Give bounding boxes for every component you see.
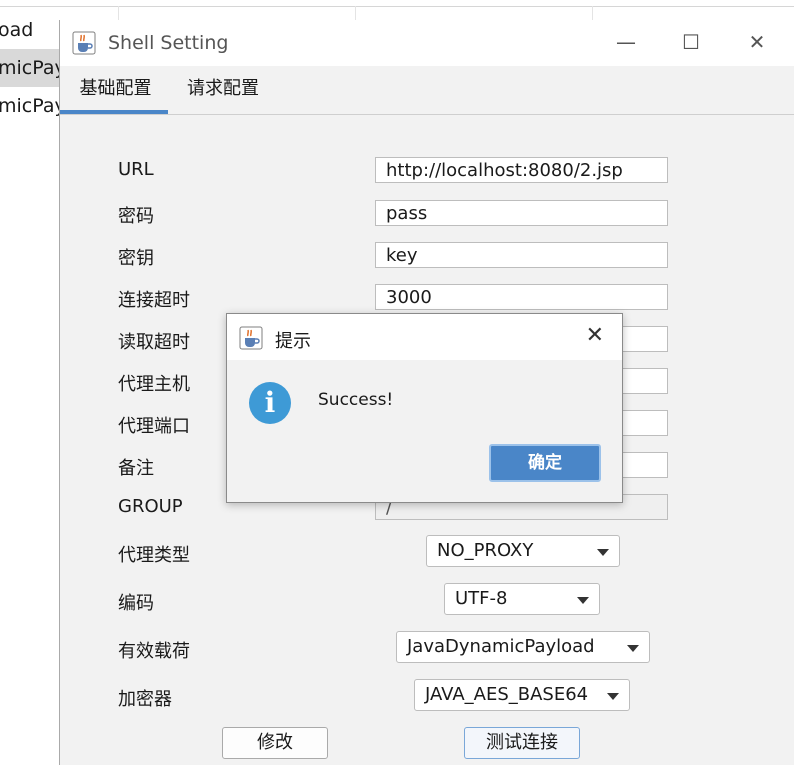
modify-button[interactable]: 修改 — [222, 727, 328, 759]
java-cup-icon — [72, 31, 96, 55]
chevron-down-icon — [597, 549, 609, 556]
minimize-button[interactable]: — — [614, 30, 638, 54]
table-row[interactable]: micPayl — [0, 49, 60, 87]
dialog-body: i Success! 确定 — [227, 360, 622, 502]
tab-basic-config[interactable]: 基础配置 — [68, 66, 163, 112]
chevron-down-icon — [607, 693, 619, 700]
key-label: 密钥 — [118, 248, 154, 269]
maximize-button[interactable]: ☐ — [679, 30, 703, 54]
info-icon: i — [249, 382, 291, 424]
payload-value: JavaDynamicPayload — [407, 636, 595, 657]
java-cup-icon — [239, 326, 263, 350]
encoding-select[interactable]: UTF-8 — [444, 583, 600, 615]
payload-select[interactable]: JavaDynamicPayload — [396, 631, 650, 663]
remark-label: 备注 — [118, 458, 154, 479]
dialog-titlebar[interactable]: 提示 ✕ — [227, 314, 622, 360]
proxy-type-label: 代理类型 — [118, 545, 190, 566]
table-row[interactable]: oad — [0, 11, 60, 49]
table-cell: micPayl — [0, 95, 60, 117]
url-label: URL — [118, 159, 154, 180]
proxy-type-select[interactable]: NO_PROXY — [426, 535, 620, 567]
proxy-port-label: 代理端口 — [118, 416, 190, 437]
dialog-message: Success! — [318, 390, 394, 410]
chevron-down-icon — [627, 645, 639, 652]
test-connection-button[interactable]: 测试连接 — [464, 727, 580, 759]
table-header-line — [0, 6, 794, 7]
window-titlebar[interactable]: Shell Setting — ☐ ✕ — [60, 20, 794, 66]
password-field[interactable]: pass — [375, 200, 668, 226]
cryption-select[interactable]: JAVA_AES_BASE64 — [414, 679, 630, 711]
password-label: 密码 — [118, 206, 154, 227]
group-label: GROUP — [118, 496, 183, 517]
encoding-label: 编码 — [118, 593, 154, 614]
table-cell: micPayl — [0, 57, 60, 79]
chevron-down-icon — [577, 597, 589, 604]
proxy-type-value: NO_PROXY — [437, 540, 534, 561]
connect-timeout-label: 连接超时 — [118, 290, 190, 311]
tab-request-config[interactable]: 请求配置 — [178, 66, 268, 112]
url-field[interactable]: http://localhost:8080/2.jsp — [375, 157, 668, 183]
message-dialog: 提示 ✕ i Success! 确定 — [226, 313, 623, 503]
window-title: Shell Setting — [108, 32, 229, 54]
tab-bar: 基础配置 请求配置 — [60, 66, 794, 115]
payload-label: 有效载荷 — [118, 641, 190, 662]
table-cell: oad — [0, 19, 34, 41]
proxy-host-label: 代理主机 — [118, 374, 190, 395]
encoding-value: UTF-8 — [455, 588, 508, 609]
ok-button[interactable]: 确定 — [489, 444, 601, 482]
dialog-title: 提示 — [275, 331, 311, 352]
dialog-close-button[interactable]: ✕ — [586, 323, 604, 348]
cryption-value: JAVA_AES_BASE64 — [425, 684, 589, 705]
table-row[interactable]: micPayl — [0, 87, 60, 125]
read-timeout-label: 读取超时 — [118, 332, 190, 353]
cryption-label: 加密器 — [118, 689, 172, 710]
connect-timeout-field[interactable]: 3000 — [375, 284, 668, 310]
key-field[interactable]: key — [375, 242, 668, 268]
close-button[interactable]: ✕ — [745, 30, 769, 54]
